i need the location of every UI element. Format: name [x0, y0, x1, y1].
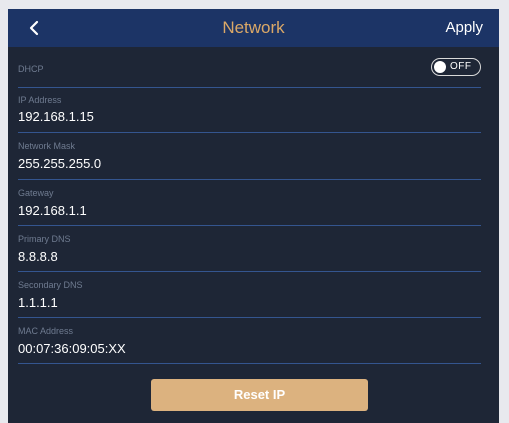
toggle-state-label: OFF [450, 61, 472, 72]
page-title: Network [222, 18, 285, 37]
reset-ip-button[interactable]: Reset IP [151, 379, 368, 411]
primary-dns-field[interactable]: Primary DNS 8.8.8.8 [18, 234, 481, 272]
secondary-dns-field[interactable]: Secondary DNS 1.1.1.1 [18, 280, 481, 318]
field-value: 255.255.255.0 [18, 156, 102, 171]
field-label: IP Address [18, 95, 62, 105]
field-value: 192.168.1.1 [18, 203, 87, 218]
back-button[interactable] [21, 15, 47, 41]
field-label: Gateway [18, 188, 54, 198]
field-value: 1.1.1.1 [18, 295, 58, 310]
field-value: 00:07:36:09:05:XX [18, 341, 126, 356]
dhcp-toggle[interactable]: OFF [431, 58, 481, 76]
field-label: Primary DNS [18, 234, 71, 244]
field-value: 192.168.1.15 [18, 109, 94, 124]
gateway-field[interactable]: Gateway 192.168.1.1 [18, 188, 481, 226]
chevron-left-icon [29, 20, 39, 36]
toggle-knob [434, 60, 446, 73]
ip-address-field[interactable]: IP Address 192.168.1.15 [18, 95, 481, 133]
dhcp-label: DHCP [18, 64, 44, 74]
header-bar: Network Apply [8, 9, 499, 47]
field-label: Network Mask [18, 141, 76, 151]
network-settings-screen: Network Apply DHCP OFF IP Address 192.16… [8, 9, 499, 423]
field-label: MAC Address [18, 326, 74, 336]
mac-address-field: MAC Address 00:07:36:09:05:XX [18, 326, 481, 364]
apply-button[interactable]: Apply [445, 9, 483, 47]
network-mask-field[interactable]: Network Mask 255.255.255.0 [18, 141, 481, 180]
field-value: 8.8.8.8 [18, 249, 58, 264]
dhcp-row: DHCP OFF [18, 53, 481, 88]
field-label: Secondary DNS [18, 280, 83, 290]
